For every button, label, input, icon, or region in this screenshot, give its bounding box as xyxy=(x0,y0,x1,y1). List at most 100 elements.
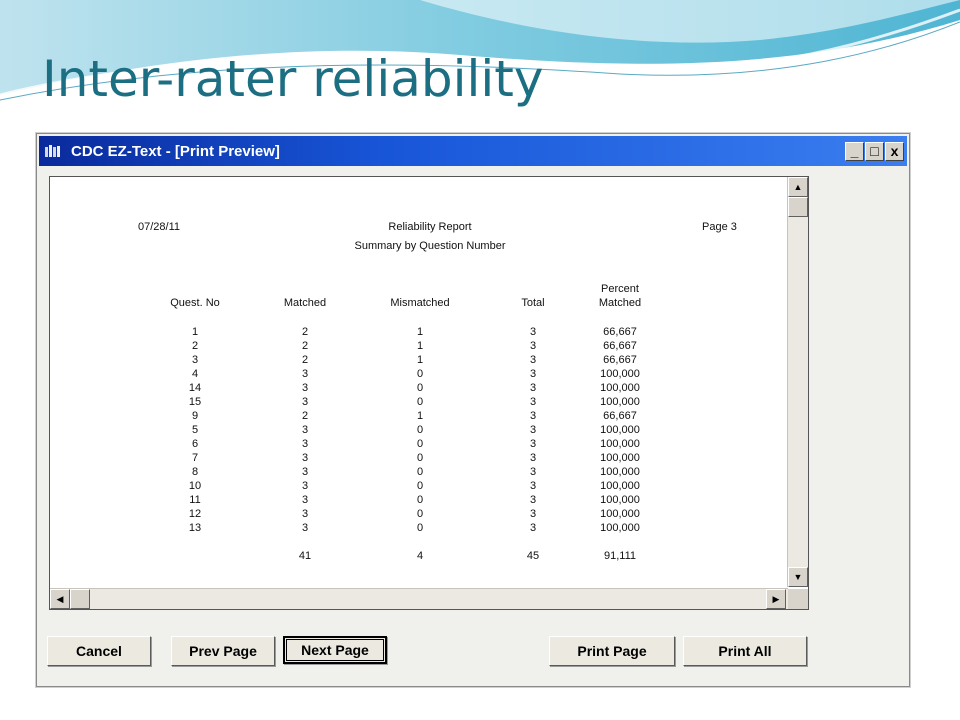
horizontal-scroll-thumb[interactable] xyxy=(70,589,90,609)
cell-mismatched: 0 xyxy=(416,368,424,380)
cell-total: 3 xyxy=(529,452,537,464)
cell-matched: 3 xyxy=(301,480,309,492)
cell-percent-matched: 100,000 xyxy=(600,480,640,492)
cell-percent-matched: 100,000 xyxy=(600,438,640,450)
scroll-right-arrow-icon[interactable]: ▶ xyxy=(766,589,786,609)
cell-mismatched: 0 xyxy=(416,522,424,534)
cell-total: 3 xyxy=(529,382,537,394)
cell-mismatched: 0 xyxy=(416,382,424,394)
cell-quest-no: 2 xyxy=(191,340,199,352)
cell-mismatched: 0 xyxy=(416,452,424,464)
cell-total: 3 xyxy=(529,494,537,506)
cell-matched: 3 xyxy=(301,494,309,506)
col-header-quest-no: Quest. No xyxy=(170,297,220,309)
cell-total: 3 xyxy=(529,480,537,492)
cell-mismatched: 1 xyxy=(416,326,424,338)
col-header-matched: Matched xyxy=(283,297,327,309)
cell-quest-no: 13 xyxy=(188,522,202,534)
cell-percent-matched: 100,000 xyxy=(600,466,640,478)
cell-total: 3 xyxy=(529,522,537,534)
next-page-button[interactable]: Next Page xyxy=(283,636,387,664)
cell-matched: 2 xyxy=(301,354,309,366)
window-titlebar[interactable]: CDC EZ-Text - [Print Preview] _ □ x xyxy=(39,136,907,166)
cell-mismatched: 0 xyxy=(416,424,424,436)
cell-percent-matched: 66,667 xyxy=(603,326,637,338)
cell-matched: 2 xyxy=(301,340,309,352)
print-page-button[interactable]: Print Page xyxy=(549,636,675,666)
cell-matched: 3 xyxy=(301,466,309,478)
cell-matched: 3 xyxy=(301,368,309,380)
cell-percent-matched: 66,667 xyxy=(603,410,637,422)
cell-matched: 3 xyxy=(301,438,309,450)
app-icon xyxy=(45,145,60,157)
report-subtitle: Summary by Question Number xyxy=(354,240,506,252)
print-preview-window: CDC EZ-Text - [Print Preview] _ □ x 07/2… xyxy=(36,133,910,687)
close-button[interactable]: x xyxy=(885,142,904,161)
total-total: 45 xyxy=(526,550,540,562)
scrollbar-corner xyxy=(788,589,808,609)
print-all-button[interactable]: Print All xyxy=(683,636,807,666)
cell-quest-no: 10 xyxy=(188,480,202,492)
cell-quest-no: 5 xyxy=(191,424,199,436)
cell-mismatched: 1 xyxy=(416,340,424,352)
cell-total: 3 xyxy=(529,438,537,450)
cell-quest-no: 14 xyxy=(188,382,202,394)
cell-total: 3 xyxy=(529,340,537,352)
cell-matched: 3 xyxy=(301,452,309,464)
vertical-scroll-thumb[interactable] xyxy=(788,197,808,217)
cell-total: 3 xyxy=(529,466,537,478)
total-mismatched: 4 xyxy=(416,550,424,562)
maximize-button[interactable]: □ xyxy=(865,142,884,161)
print-preview-area: 07/28/11 Reliability Report Summary by Q… xyxy=(49,176,809,610)
cell-matched: 3 xyxy=(301,382,309,394)
cell-mismatched: 0 xyxy=(416,494,424,506)
col-header-total: Total xyxy=(521,297,545,309)
total-matched: 41 xyxy=(298,550,312,562)
cell-mismatched: 0 xyxy=(416,508,424,520)
report-page: 07/28/11 Reliability Report Summary by Q… xyxy=(50,177,786,587)
cell-matched: 3 xyxy=(301,522,309,534)
scroll-up-arrow-icon[interactable]: ▲ xyxy=(788,177,808,197)
cell-total: 3 xyxy=(529,410,537,422)
scroll-down-arrow-icon[interactable]: ▼ xyxy=(788,567,808,587)
scroll-left-arrow-icon[interactable]: ◀ xyxy=(50,589,70,609)
cell-quest-no: 1 xyxy=(191,326,199,338)
cell-matched: 2 xyxy=(301,410,309,422)
cell-percent-matched: 66,667 xyxy=(603,340,637,352)
report-title: Reliability Report xyxy=(388,221,472,233)
cell-percent-matched: 100,000 xyxy=(600,494,640,506)
cell-percent-matched: 100,000 xyxy=(600,522,640,534)
report-page-number: Page 3 xyxy=(702,221,737,233)
cell-quest-no: 4 xyxy=(191,368,199,380)
cell-total: 3 xyxy=(529,354,537,366)
cell-matched: 3 xyxy=(301,396,309,408)
cancel-button[interactable]: Cancel xyxy=(47,636,151,666)
cell-mismatched: 0 xyxy=(416,438,424,450)
cell-total: 3 xyxy=(529,424,537,436)
cell-matched: 3 xyxy=(301,424,309,436)
cell-quest-no: 8 xyxy=(191,466,199,478)
cell-mismatched: 1 xyxy=(416,354,424,366)
cell-quest-no: 9 xyxy=(191,410,199,422)
horizontal-scrollbar[interactable]: ◀ ▶ xyxy=(50,588,788,609)
cell-quest-no: 11 xyxy=(189,494,201,506)
cell-matched: 3 xyxy=(301,508,309,520)
cell-percent-matched: 100,000 xyxy=(600,508,640,520)
cell-mismatched: 0 xyxy=(416,466,424,478)
prev-page-button[interactable]: Prev Page xyxy=(171,636,275,666)
minimize-button[interactable]: _ xyxy=(845,142,864,161)
vertical-scrollbar[interactable]: ▲ ▼ xyxy=(787,177,808,587)
cell-total: 3 xyxy=(529,368,537,380)
cell-mismatched: 0 xyxy=(416,396,424,408)
window-title: CDC EZ-Text - [Print Preview] xyxy=(71,143,280,160)
cell-quest-no: 3 xyxy=(191,354,199,366)
cell-quest-no: 12 xyxy=(188,508,202,520)
report-date: 07/28/11 xyxy=(138,221,181,233)
cell-total: 3 xyxy=(529,396,537,408)
cell-percent-matched: 100,000 xyxy=(600,424,640,436)
cell-total: 3 xyxy=(529,326,537,338)
cell-percent-matched: 100,000 xyxy=(600,368,640,380)
col-header-percent: Percent xyxy=(601,283,639,295)
cell-mismatched: 1 xyxy=(416,410,424,422)
cell-percent-matched: 100,000 xyxy=(600,382,640,394)
